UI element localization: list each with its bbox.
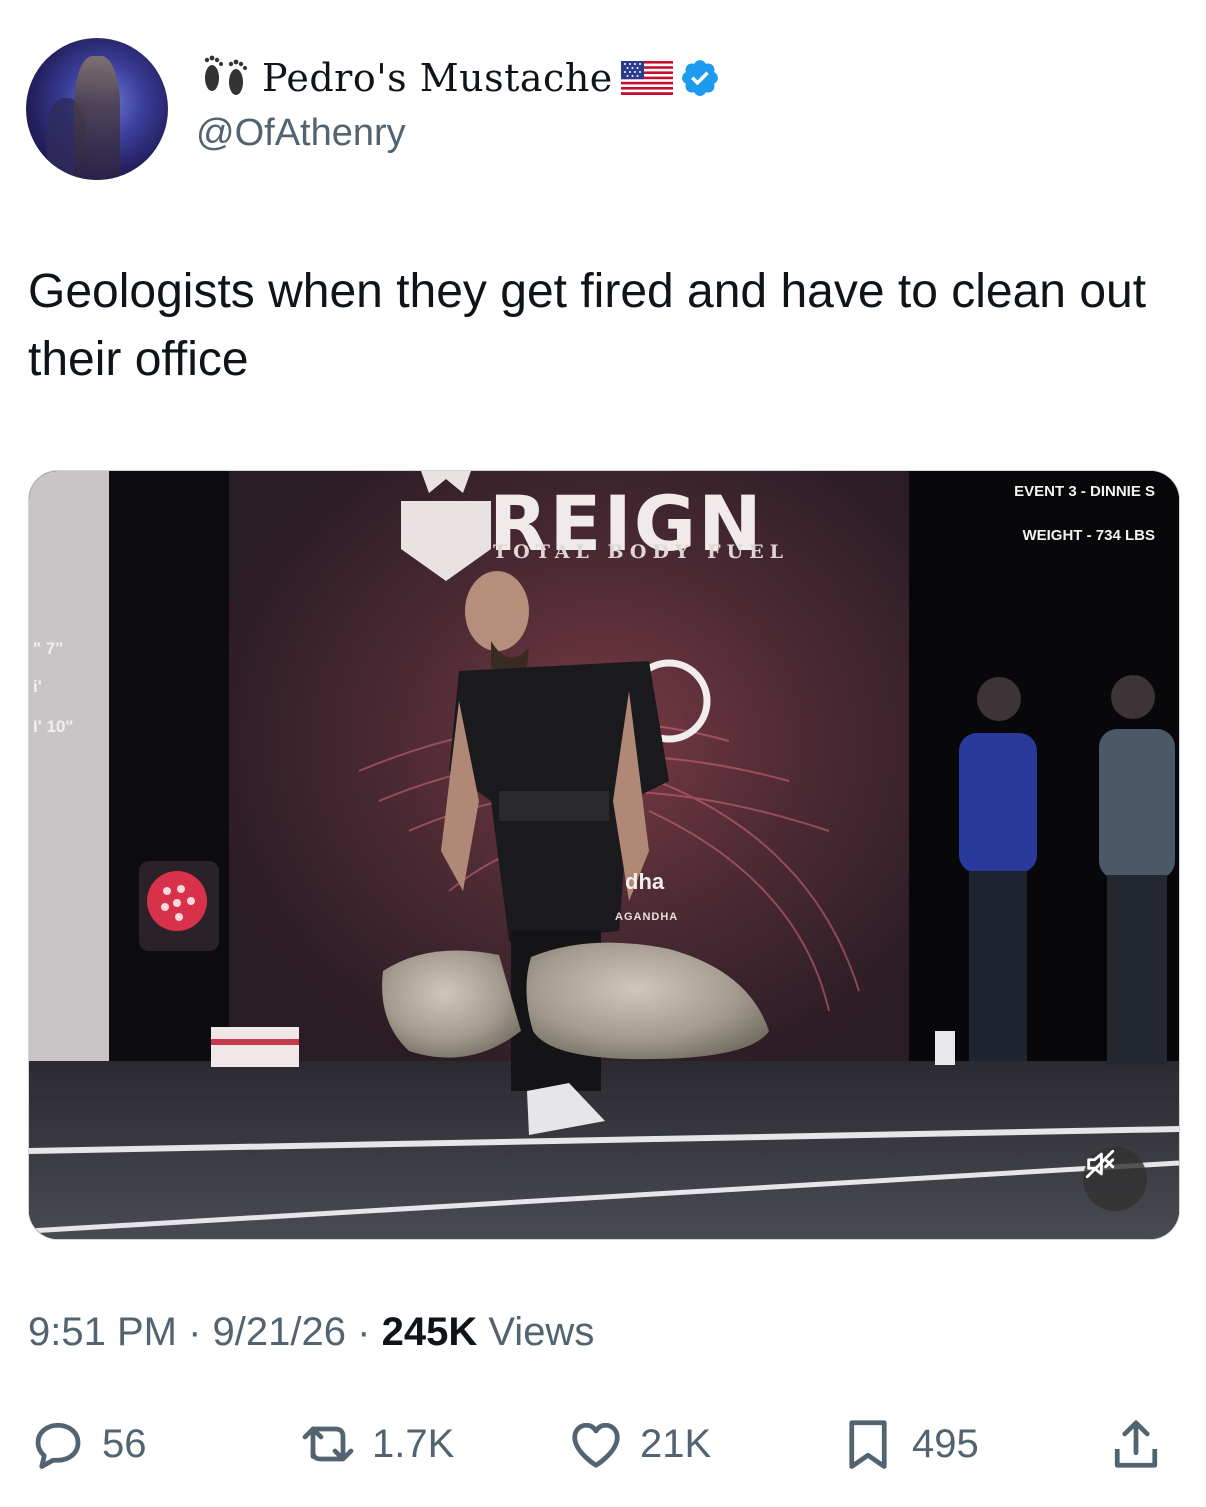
event-overlay: EVENT 3 - DINNIE S	[1014, 483, 1155, 500]
tweet-text: Geologists when they get fired and have …	[28, 265, 1147, 386]
bookmark-button[interactable]: 495	[838, 1406, 979, 1482]
bookmark-count: 495	[912, 1421, 979, 1466]
tweet-time[interactable]: 9:51 PM	[28, 1310, 177, 1354]
action-bar: 56 1.7K 21K 495	[0, 1406, 1206, 1482]
author-display-name[interactable]: Pedro's Mustache	[262, 56, 613, 100]
author-handle[interactable]: @OfAthenry	[196, 112, 406, 155]
views-label: Views	[488, 1310, 595, 1354]
sponsor-text: dha	[625, 869, 665, 894]
author-name-row[interactable]: Pedro's Mustache	[196, 52, 721, 104]
repost-icon	[302, 1426, 354, 1462]
views-count: 245K	[381, 1310, 478, 1354]
speaker-muted-icon	[1085, 1149, 1115, 1179]
like-count: 21K	[640, 1421, 712, 1466]
share-icon	[1114, 1420, 1158, 1468]
verified-badge-icon	[679, 57, 721, 99]
reply-count: 56	[102, 1421, 147, 1466]
tweet-date[interactable]: 9/21/26	[213, 1310, 346, 1354]
sponsor-subtext: AGANDHA	[615, 911, 679, 923]
reply-icon	[35, 1422, 81, 1469]
like-button[interactable]: 21K	[566, 1406, 711, 1482]
tweet-video[interactable]: REIGN TOTAL BODY FUEL EVENT 3 - DINNIE S…	[28, 470, 1180, 1240]
video-frame	[29, 471, 1179, 1239]
weight-overlay: WEIGHT - 734 LBS	[1022, 527, 1155, 544]
share-button[interactable]	[1106, 1406, 1166, 1482]
avatar-figure	[74, 56, 120, 180]
reply-button[interactable]: 56	[28, 1406, 147, 1482]
footprints-icon	[196, 52, 256, 104]
bookmark-icon	[849, 1420, 887, 1469]
repost-button[interactable]: 1.7K	[298, 1406, 454, 1482]
height-marker-1: " 7"	[33, 639, 64, 658]
meta-separator: ·	[188, 1310, 202, 1354]
meta-separator: ·	[357, 1310, 371, 1354]
us-flag-icon	[620, 61, 673, 95]
repost-count: 1.7K	[372, 1421, 455, 1466]
user-avatar[interactable]	[26, 38, 168, 180]
heart-icon	[572, 1422, 620, 1468]
height-marker-2: i'	[33, 677, 42, 696]
height-marker-3: I' 10"	[33, 717, 74, 736]
tweet-meta: 9:51 PM · 9/21/26 · 245K Views	[28, 1310, 594, 1355]
brand-tagline: TOTAL BODY FUEL	[493, 541, 790, 563]
mute-button[interactable]	[1083, 1147, 1147, 1211]
